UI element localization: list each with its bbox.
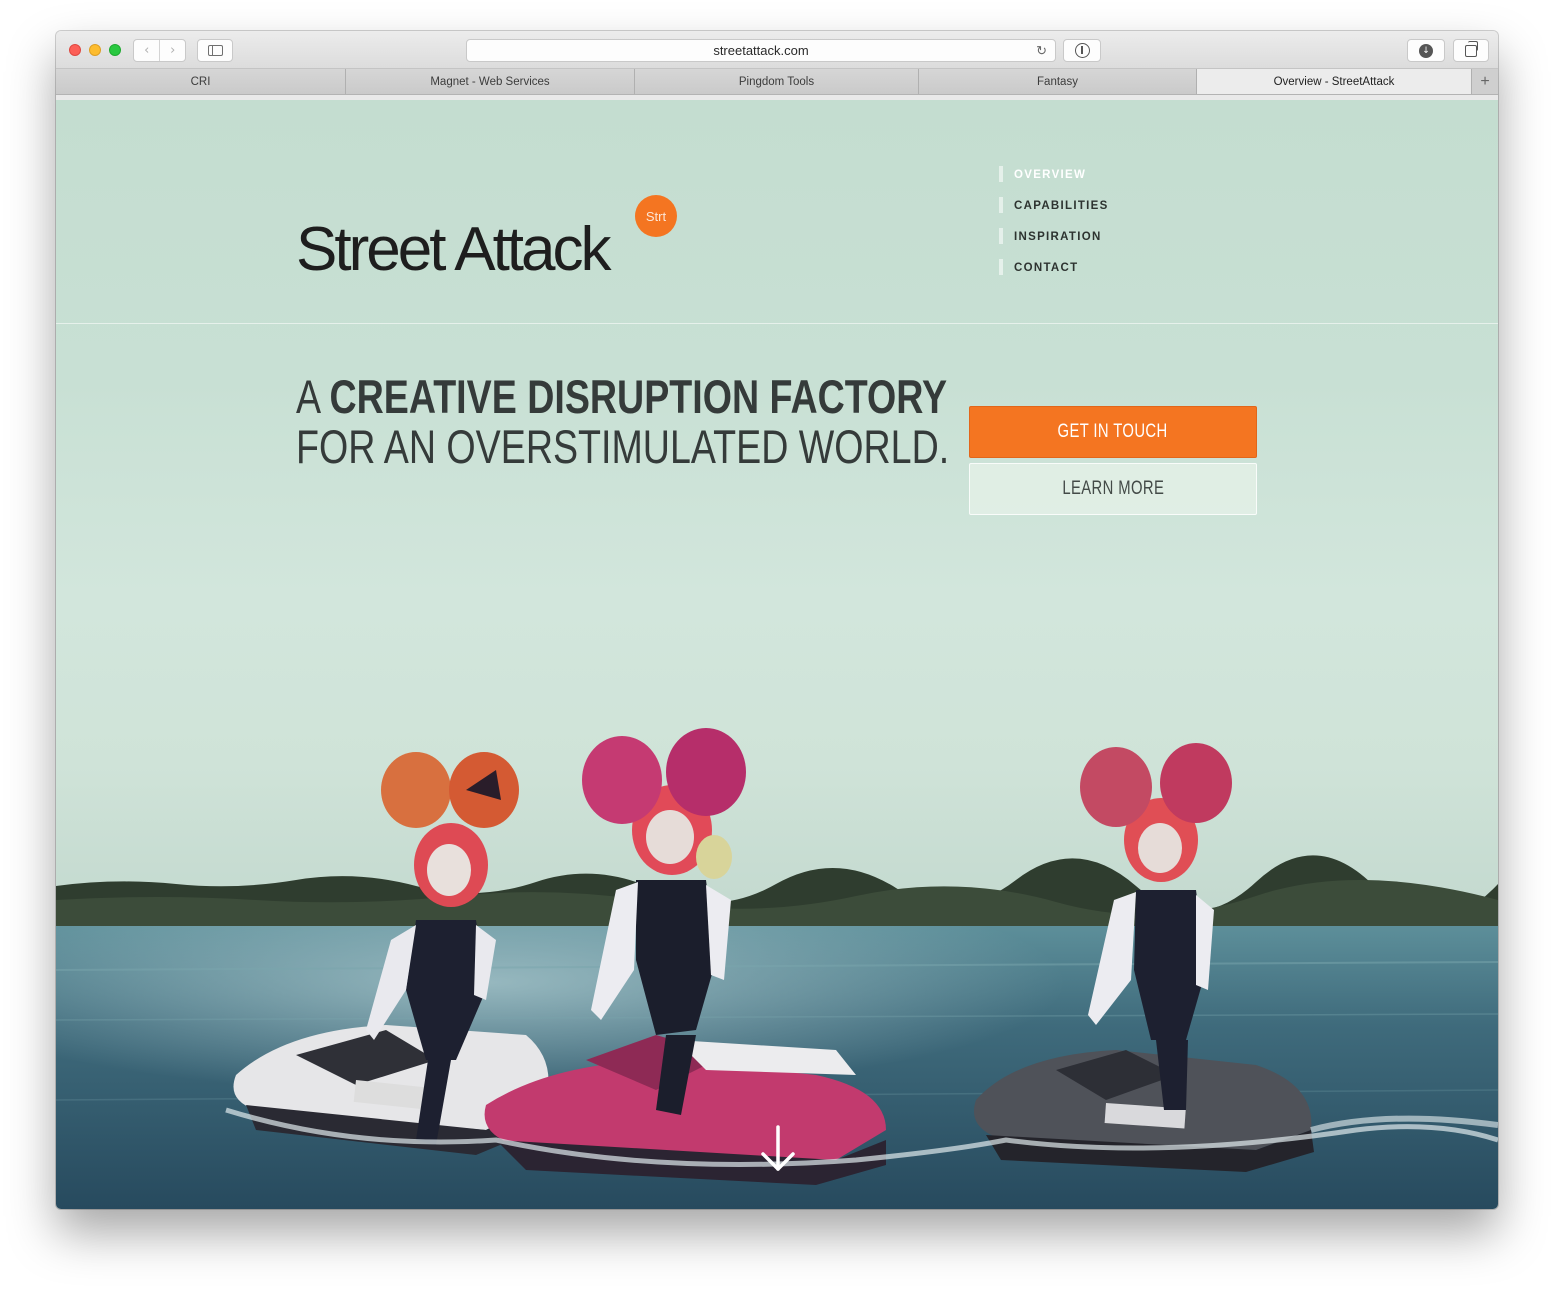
logo-badge: Strt xyxy=(635,195,677,237)
arrow-down-icon[interactable] xyxy=(760,1125,796,1175)
tab-label: Overview - StreetAttack xyxy=(1273,75,1395,88)
nav-item-contact[interactable]: CONTACT xyxy=(999,252,1109,283)
sidebar-toggle-button[interactable] xyxy=(197,39,233,62)
learn-more-button[interactable]: LEARN MORE xyxy=(969,463,1257,515)
tab-label: Fantasy xyxy=(1037,75,1078,88)
tab-magnet-web-services[interactable]: Magnet - Web Services xyxy=(346,69,635,94)
hero-headline: A CREATIVE DISRUPTION FACTORY FOR AN OVE… xyxy=(296,372,949,472)
nav-label: INSPIRATION xyxy=(1014,230,1102,243)
tab-label: Magnet - Web Services xyxy=(430,75,550,88)
headline-prefix: A xyxy=(296,370,330,423)
close-window-button[interactable] xyxy=(69,44,81,56)
nav-item-capabilities[interactable]: CAPABILITIES xyxy=(999,190,1109,221)
reader-button[interactable] xyxy=(1063,39,1101,62)
tab-fantasy[interactable]: Fantasy xyxy=(919,69,1197,94)
tab-overview-streetattack[interactable]: Overview - StreetAttack xyxy=(1197,69,1472,94)
tab-label: CRI xyxy=(190,75,211,88)
tab-overview-button[interactable] xyxy=(1453,39,1489,62)
minimize-window-button[interactable] xyxy=(89,44,101,56)
button-label: LEARN MORE xyxy=(1062,478,1164,499)
main-nav: OVERVIEW CAPABILITIES INSPIRATION CONTAC… xyxy=(999,159,1109,283)
hero-jetski-photo xyxy=(56,728,1498,1209)
address-bar[interactable]: streetattack.com ↻ xyxy=(466,39,1056,62)
button-label: GET IN TOUCH xyxy=(1057,421,1169,442)
headline-line-2: FOR AN OVERSTIMULATED WORLD. xyxy=(296,420,950,473)
tab-cri[interactable]: CRI xyxy=(56,69,346,94)
history-nav-group: ‹ › xyxy=(133,39,186,62)
tabs-overview-icon xyxy=(1465,40,1478,57)
url-text: streetattack.com xyxy=(713,43,809,58)
get-in-touch-button[interactable]: GET IN TOUCH xyxy=(969,406,1257,458)
web-page: Street Attack Strt OVERVIEW CAPABILITIES… xyxy=(56,100,1498,1209)
browser-toolbar: ‹ › streetattack.com ↻ ↓ xyxy=(56,31,1498,69)
nav-label: CAPABILITIES xyxy=(1014,199,1109,212)
nav-item-overview[interactable]: OVERVIEW xyxy=(999,159,1109,190)
nav-label: OVERVIEW xyxy=(1014,168,1087,181)
new-tab-icon[interactable]: + xyxy=(1472,69,1498,94)
headline-bold: CREATIVE DISRUPTION FACTORY xyxy=(329,370,948,423)
back-icon[interactable]: ‹ xyxy=(134,40,159,61)
tab-label: Pingdom Tools xyxy=(738,75,815,88)
tab-pingdom-tools[interactable]: Pingdom Tools xyxy=(635,69,919,94)
forward-icon[interactable]: › xyxy=(159,40,185,61)
reload-icon[interactable]: ↻ xyxy=(1036,43,1047,59)
tab-bar: CRI Magnet - Web Services Pingdom Tools … xyxy=(56,69,1498,95)
zoom-window-button[interactable] xyxy=(109,44,121,56)
site-logo[interactable]: Street Attack Strt xyxy=(296,195,677,298)
logo-wordmark: Street Attack xyxy=(296,215,612,284)
nav-item-inspiration[interactable]: INSPIRATION xyxy=(999,221,1109,252)
browser-window: ‹ › streetattack.com ↻ ↓ CRI Magnet - We… xyxy=(56,31,1498,1209)
reader-icon xyxy=(1074,43,1090,58)
nav-label: CONTACT xyxy=(1014,261,1079,274)
download-icon: ↓ xyxy=(1419,43,1433,58)
downloads-button[interactable]: ↓ xyxy=(1407,39,1445,62)
headline-line-1: A CREATIVE DISRUPTION FACTORY xyxy=(296,372,949,422)
header-divider xyxy=(56,323,1498,324)
sidebar-icon xyxy=(207,45,223,56)
